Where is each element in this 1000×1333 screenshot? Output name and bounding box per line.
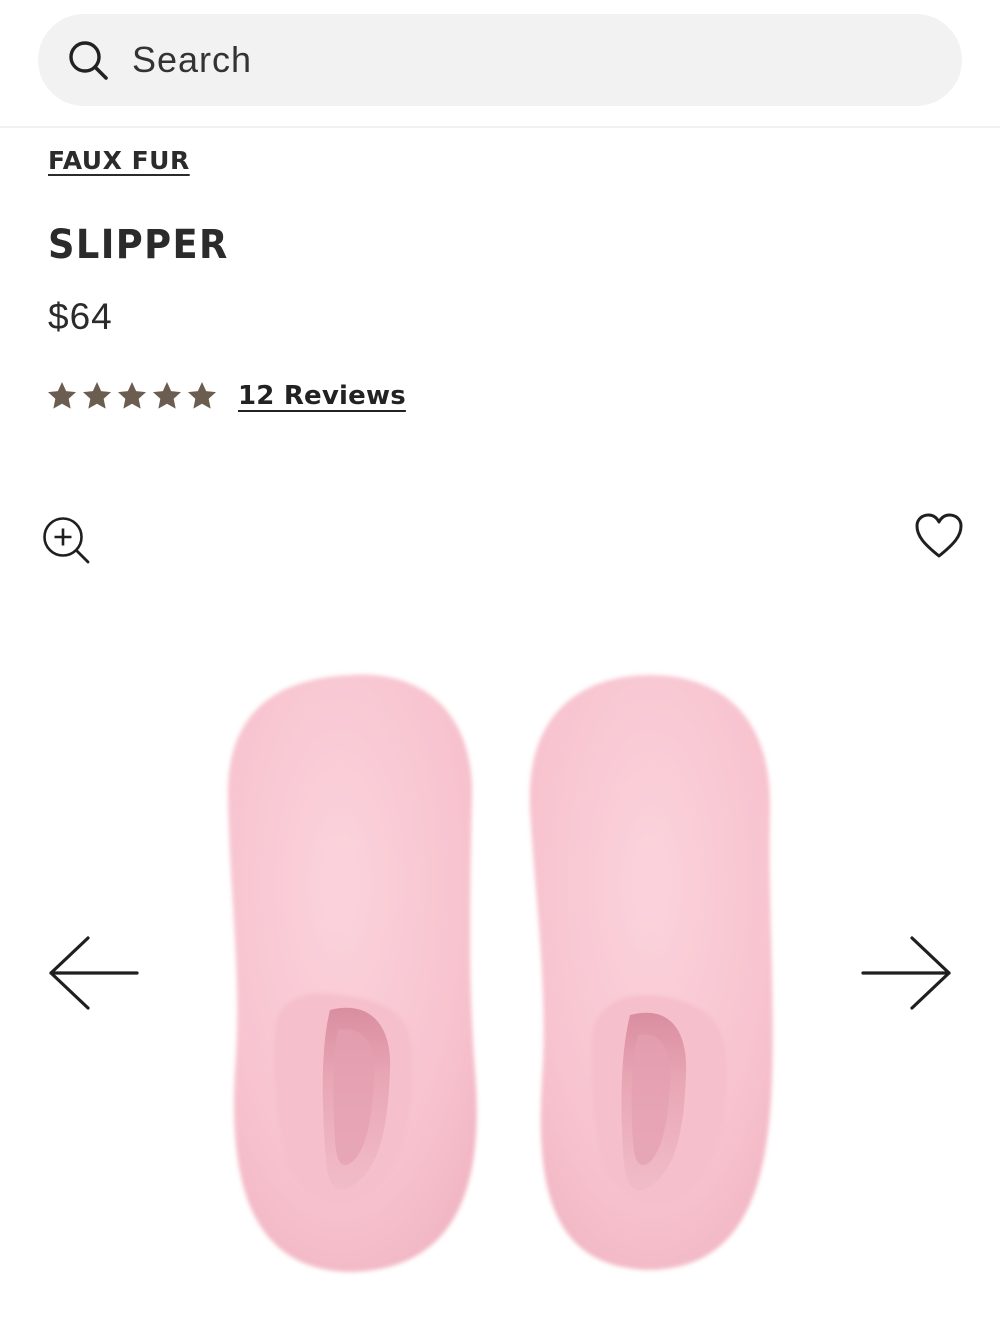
arrow-right-icon[interactable] — [858, 934, 954, 1014]
search-input[interactable] — [132, 36, 912, 84]
search-icon — [69, 41, 108, 80]
zoom-in-icon[interactable] — [40, 514, 92, 566]
star-icon — [118, 382, 146, 409]
rating-row[interactable]: 12 Reviews — [46, 376, 406, 416]
right-slipper — [529, 675, 773, 1270]
star-icon — [83, 382, 111, 409]
heart-icon[interactable] — [914, 512, 964, 560]
arrow-left-icon[interactable] — [46, 934, 142, 1014]
star-icon — [153, 382, 181, 409]
product-title: SLIPPER — [48, 222, 229, 268]
search-bar[interactable] — [38, 14, 962, 106]
star-rating — [46, 380, 218, 412]
collection-link[interactable]: FAUX FUR — [48, 146, 190, 175]
left-slipper — [227, 674, 477, 1272]
star-icon — [188, 382, 216, 409]
product-image — [227, 674, 773, 1272]
header-divider — [0, 126, 1000, 128]
reviews-link[interactable]: 12 Reviews — [238, 381, 406, 411]
product-price: $64 — [48, 296, 113, 337]
star-icon — [48, 382, 76, 409]
